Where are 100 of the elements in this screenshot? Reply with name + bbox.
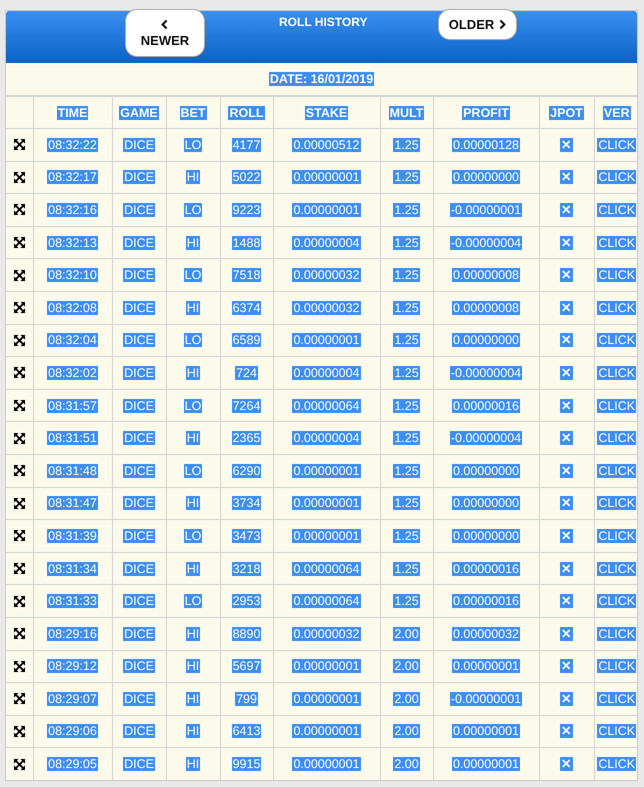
table-cell: 08:29:12 <box>47 659 98 674</box>
verify-link[interactable]: CLICK <box>597 333 636 348</box>
table-cell: 08:29:06 <box>47 724 98 738</box>
table-cell: 2.00 <box>393 626 420 641</box>
verify-link[interactable]: CLICK <box>597 300 636 315</box>
table-cell: LO <box>184 594 202 608</box>
verify-link[interactable]: CLICK <box>597 268 636 282</box>
table-cell: 1.25 <box>393 300 420 315</box>
expand-icon[interactable] <box>14 334 25 346</box>
verify-link[interactable]: CLICK <box>597 626 636 641</box>
verify-link[interactable]: CLICK <box>597 366 636 380</box>
table-cell: 0.00000001 <box>292 464 361 478</box>
table-cell: DICE <box>123 268 155 282</box>
table-cell: 0.00000512 <box>292 138 361 152</box>
table-cell: 0.00000001 <box>292 528 361 543</box>
chevron-left-icon <box>161 18 169 30</box>
table-cell: DICE <box>123 170 155 184</box>
expand-icon[interactable] <box>14 498 25 509</box>
table-cell: 0.00000016 <box>452 594 520 608</box>
table-cell: 0.00000001 <box>292 659 361 674</box>
column-header: BET <box>180 106 206 120</box>
table-cell: ✕ <box>560 626 573 641</box>
verify-link[interactable]: CLICK <box>597 757 636 772</box>
table-cell: ✕ <box>560 333 573 348</box>
table-cell: ✕ <box>560 724 573 738</box>
table-cell: 0.00000001 <box>452 757 520 772</box>
table-cell: HI <box>186 562 200 576</box>
table-cell: LO <box>184 464 202 478</box>
table-cell: 0.00000064 <box>292 398 361 413</box>
page-title: ROLL HISTORY <box>279 15 368 29</box>
column-header: MULT <box>388 106 424 120</box>
verify-link[interactable]: CLICK <box>597 692 636 706</box>
table-cell: 6290 <box>232 464 262 478</box>
table-cell: -0.00000001 <box>450 202 522 217</box>
table-cell: 08:29:16 <box>47 626 98 641</box>
expand-icon[interactable] <box>14 172 25 183</box>
expand-icon[interactable] <box>14 530 25 542</box>
verify-link[interactable]: CLICK <box>597 594 636 608</box>
table-cell: 08:32:16 <box>47 202 98 217</box>
table-cell: 08:31:51 <box>47 431 98 446</box>
expand-icon[interactable] <box>14 465 25 476</box>
table-cell: 0.00000008 <box>452 268 520 282</box>
newer-button[interactable]: NEWER <box>125 9 205 57</box>
table-cell: 08:32:02 <box>47 366 98 380</box>
table-cell: DICE <box>123 626 155 641</box>
table-cell: HI <box>186 300 200 315</box>
verify-link[interactable]: CLICK <box>597 202 636 217</box>
verify-link[interactable]: CLICK <box>597 170 636 184</box>
table-cell: -0.00000004 <box>450 431 522 446</box>
table-cell: 2365 <box>232 431 262 446</box>
verify-link[interactable]: CLICK <box>597 431 636 446</box>
expand-icon[interactable] <box>14 204 25 216</box>
verify-link[interactable]: CLICK <box>597 724 636 738</box>
table-cell: 08:31:47 <box>47 496 98 510</box>
expand-icon[interactable] <box>14 432 25 444</box>
expand-icon[interactable] <box>14 758 25 770</box>
table-cell: HI <box>186 431 200 446</box>
expand-icon[interactable] <box>14 563 25 574</box>
table-cell: DICE <box>123 692 155 706</box>
table-cell: DICE <box>123 333 155 348</box>
expand-icon[interactable] <box>14 726 25 737</box>
verify-link[interactable]: CLICK <box>597 528 636 543</box>
table-cell: 08:32:10 <box>47 268 98 282</box>
table-cell: 0.00000001 <box>452 724 520 738</box>
table-cell: LO <box>184 202 202 217</box>
expand-icon[interactable] <box>14 237 25 248</box>
expand-icon[interactable] <box>14 628 25 640</box>
expand-icon[interactable] <box>14 596 25 607</box>
table-cell: 5697 <box>232 659 262 674</box>
expand-icon[interactable] <box>14 367 25 378</box>
verify-link[interactable]: CLICK <box>597 138 636 152</box>
column-header: VER <box>602 106 631 120</box>
table-cell: 1.25 <box>393 464 420 478</box>
table-cell: 2.00 <box>393 724 420 738</box>
expand-icon[interactable] <box>14 270 25 281</box>
verify-link[interactable]: CLICK <box>597 236 636 250</box>
expand-icon[interactable] <box>14 400 25 412</box>
verify-link[interactable]: CLICK <box>597 464 636 478</box>
table-cell: DICE <box>123 528 155 543</box>
older-button[interactable]: OLDER <box>438 9 517 40</box>
table-cell: 2.00 <box>393 757 420 772</box>
verify-link[interactable]: CLICK <box>597 562 636 576</box>
table-cell: ✕ <box>560 757 573 772</box>
column-header: ROLL <box>228 106 265 120</box>
table-cell: 0.00000000 <box>452 333 520 348</box>
table-cell: 0.00000000 <box>452 496 520 510</box>
table-cell: ✕ <box>560 431 573 446</box>
expand-icon[interactable] <box>14 693 25 704</box>
verify-link[interactable]: CLICK <box>597 496 636 510</box>
chevron-right-icon <box>498 19 506 30</box>
table-cell: 7264 <box>232 398 262 413</box>
table-cell: -0.00000001 <box>450 692 522 706</box>
verify-link[interactable]: CLICK <box>597 398 636 413</box>
verify-link[interactable]: CLICK <box>597 659 636 674</box>
table-cell: HI <box>186 724 200 738</box>
table-cell: HI <box>186 496 200 510</box>
table-cell: 08:31:57 <box>47 398 98 413</box>
expand-icon[interactable] <box>14 302 25 314</box>
expand-icon[interactable] <box>14 660 25 672</box>
expand-icon[interactable] <box>14 139 25 150</box>
